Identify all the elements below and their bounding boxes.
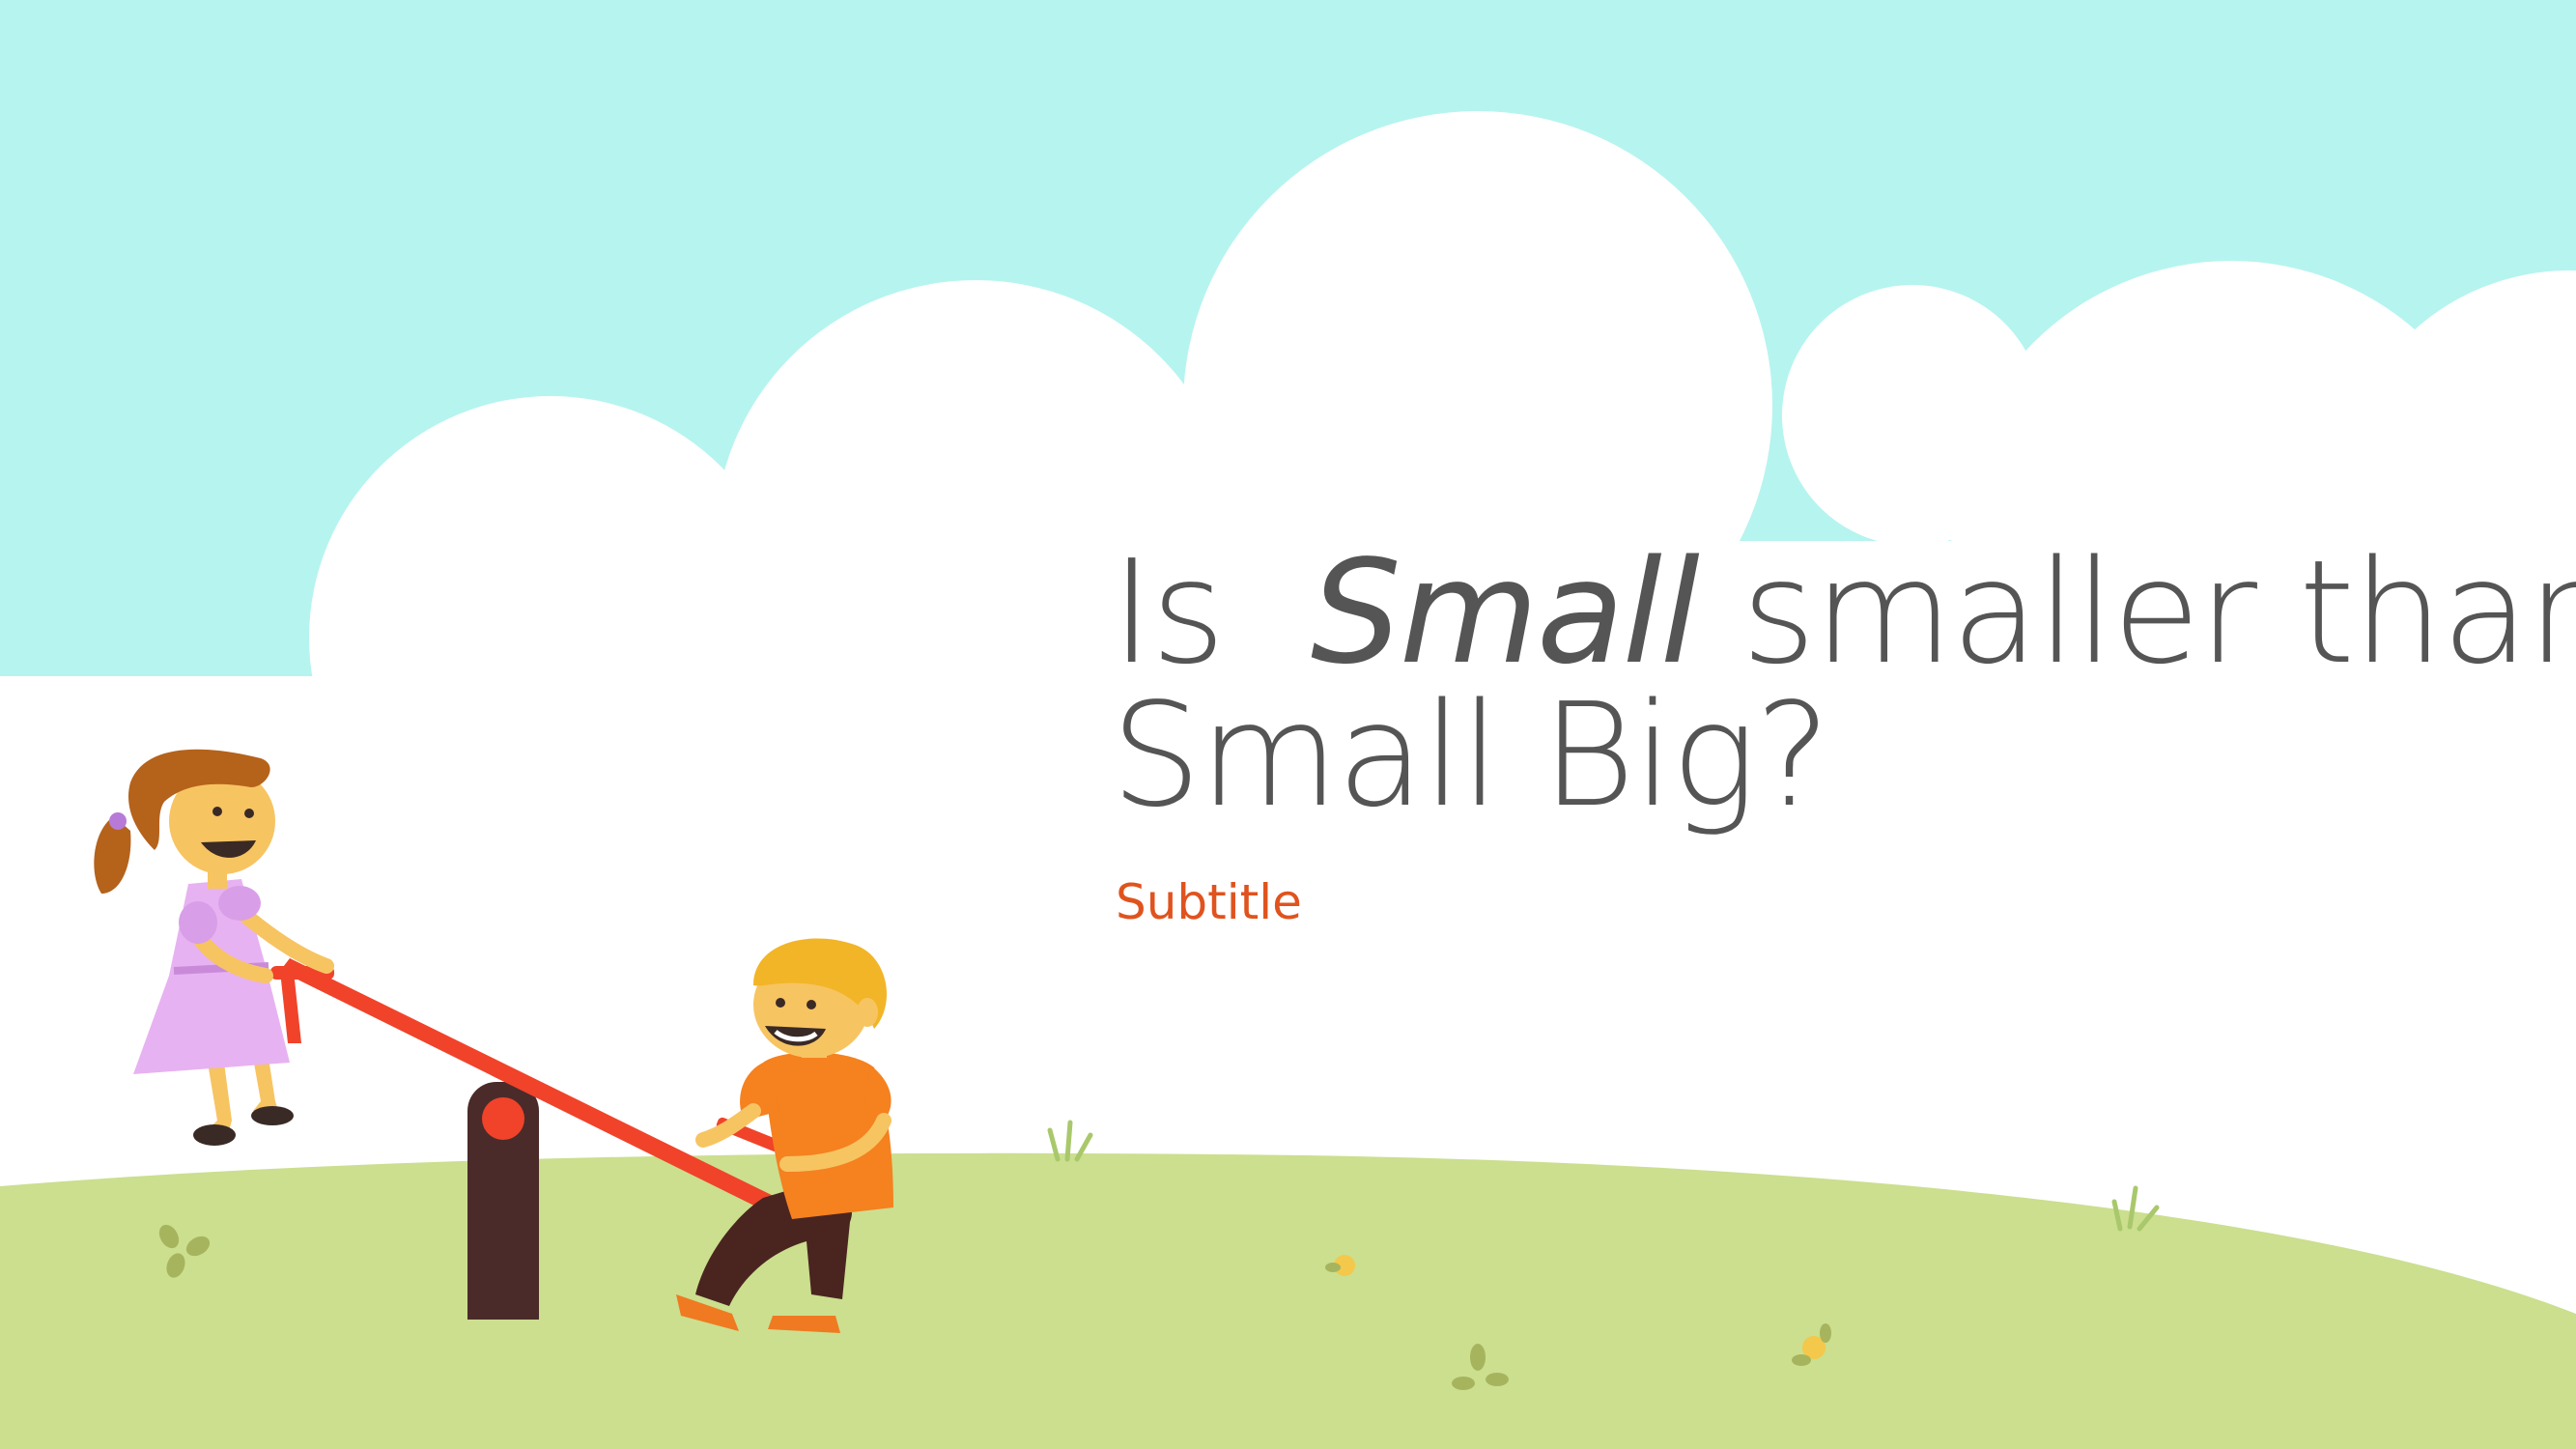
slide: Is Small smaller than Small Big? Subtitl… — [0, 0, 2576, 1449]
slide-title[interactable]: Is Small smaller than Small Big? — [1111, 541, 2576, 838]
title-word-smaller-than: smaller than — [1741, 529, 2576, 696]
title-line-2: Small Big? — [1111, 672, 1831, 838]
slide-subtitle[interactable]: Subtitle — [1116, 874, 1302, 930]
title-line-1: Is Small smaller than — [1111, 541, 2576, 684]
title-word-is: Is — [1111, 529, 1226, 696]
title-word-small-italic: Small — [1310, 529, 1700, 696]
